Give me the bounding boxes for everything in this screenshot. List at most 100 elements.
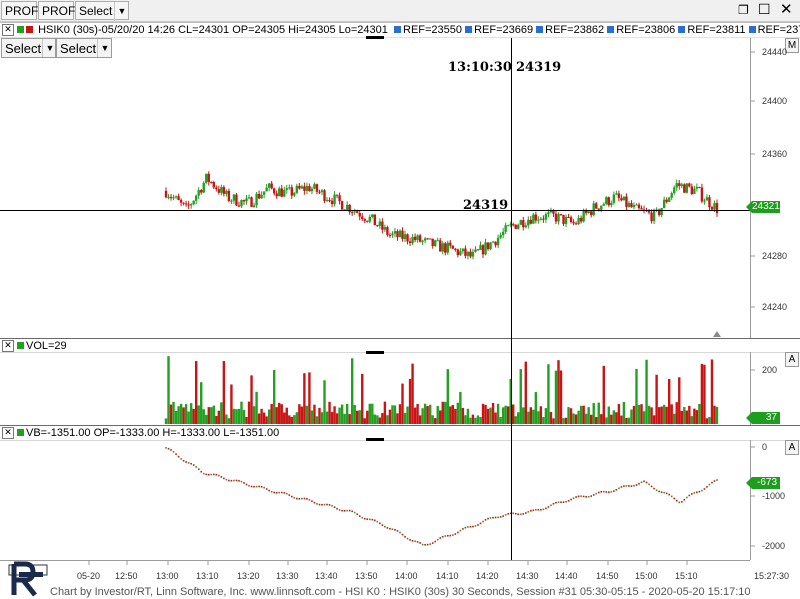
volume-bar — [348, 414, 351, 424]
volume-bar — [670, 404, 673, 424]
volume-bar — [610, 414, 613, 424]
price-bar — [650, 209, 653, 224]
volume-bar — [408, 378, 412, 424]
volume-bar — [305, 405, 309, 424]
vb-point — [265, 488, 268, 490]
price-bar — [240, 199, 243, 209]
volume-bar — [446, 369, 449, 424]
volume-bar — [499, 416, 502, 424]
vb-point — [303, 497, 306, 500]
vb-point — [293, 497, 296, 499]
volume-bar — [283, 412, 286, 424]
vb-point — [258, 485, 260, 488]
vb-point — [313, 501, 316, 504]
vb-pane-header: ✕ VB=-1351.00 OP=-1333.00 H=-1333.00 L=-… — [0, 426, 740, 440]
volume-bar — [444, 401, 447, 424]
price-bar — [539, 216, 543, 221]
volume-bar — [627, 417, 631, 424]
volume-bar — [680, 410, 683, 424]
price-bar — [662, 196, 666, 209]
volume-bar — [325, 411, 329, 424]
vb-point — [306, 498, 308, 500]
price-bar — [350, 210, 354, 216]
volume-bar — [660, 406, 663, 424]
volume-bar — [630, 409, 633, 424]
price-bar — [544, 212, 548, 223]
volume-bar — [300, 406, 304, 424]
current-volume-tag: 37 — [752, 412, 780, 424]
vb-point — [311, 500, 313, 502]
vb-point — [577, 495, 580, 498]
volume-bar — [587, 407, 590, 424]
vb-point — [250, 485, 253, 488]
vb-point — [472, 525, 474, 528]
price-bar — [328, 197, 331, 203]
price-bar — [283, 186, 286, 197]
x-tick-label: 14:40 — [555, 571, 578, 581]
price-bar — [489, 242, 492, 251]
price-bar — [285, 184, 288, 194]
vb-point — [401, 533, 404, 536]
volume-bar — [376, 415, 379, 424]
volume-bar — [698, 403, 701, 424]
vb-side-button[interactable]: A — [785, 440, 799, 455]
volume-bar — [645, 359, 648, 424]
volume-bar — [491, 402, 495, 424]
volume-bar — [353, 404, 356, 424]
price-bar — [330, 197, 334, 208]
vb-point — [592, 494, 595, 496]
price-bar — [434, 239, 437, 247]
close-icon[interactable]: ✕ — [2, 427, 14, 439]
volume-bar — [517, 412, 520, 424]
current-price-tag: 24321 — [752, 201, 780, 213]
volume-bar — [295, 412, 299, 424]
current-vb-tag: -673 — [752, 477, 780, 489]
vb-point — [348, 509, 351, 512]
volume-bar — [189, 403, 193, 424]
price-bar — [278, 186, 281, 197]
price-bar — [680, 182, 683, 189]
chart-canvas[interactable] — [0, 0, 800, 599]
price-bar — [484, 238, 487, 256]
volume-bar — [220, 402, 223, 424]
vb-point — [492, 516, 494, 519]
volume-bar — [713, 405, 716, 424]
price-bar — [189, 202, 193, 209]
volume-bar — [434, 418, 437, 424]
volume-bar — [403, 412, 407, 424]
vb-point — [530, 510, 532, 512]
volume-side-button[interactable]: A — [785, 352, 799, 367]
volume-bar — [454, 408, 457, 424]
close-icon[interactable]: ✕ — [2, 340, 14, 352]
volume-bar — [262, 412, 266, 424]
vb-point — [394, 529, 396, 531]
volume-bar — [345, 403, 349, 424]
price-bar — [708, 194, 711, 210]
vb-point — [223, 477, 225, 480]
price-bar — [177, 193, 180, 201]
vb-point — [587, 495, 590, 498]
vb-point — [565, 500, 567, 503]
price-bar — [564, 214, 568, 228]
price-bar — [318, 189, 321, 195]
vb-point — [361, 516, 364, 519]
vb-point — [514, 512, 517, 515]
volume-bar — [184, 404, 188, 424]
vb-point — [572, 497, 575, 499]
volume-bar — [637, 404, 641, 424]
vb-point — [620, 486, 623, 488]
price-bar — [358, 209, 361, 221]
volume-bar — [484, 404, 487, 424]
volume-bar — [164, 418, 168, 424]
vb-point — [678, 501, 681, 504]
volume-bar — [537, 411, 540, 424]
price-bar — [353, 208, 356, 216]
price-bar — [602, 202, 605, 207]
x-tick-label: 14:50 — [596, 571, 619, 581]
volume-bar — [418, 415, 422, 424]
volume-bar — [222, 361, 226, 424]
vb-point — [368, 518, 371, 521]
price-bar — [383, 224, 387, 232]
price-bar — [569, 215, 573, 224]
volume-bar — [602, 365, 605, 424]
